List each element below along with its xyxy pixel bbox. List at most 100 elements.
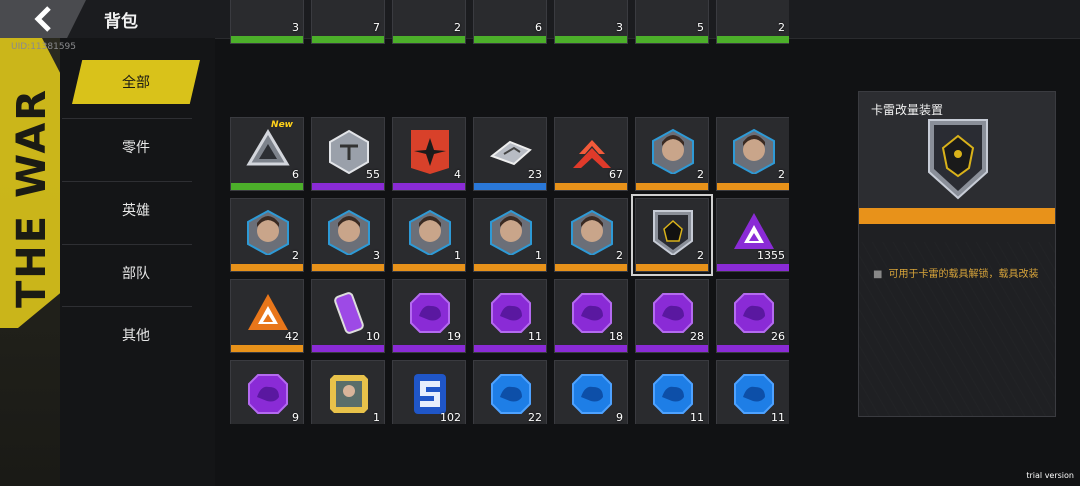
item-quantity: 26	[771, 330, 785, 343]
inventory-item[interactable]: 2	[554, 198, 628, 272]
inventory-grid: 3 7 2 6 3 5 2 New 6 55 4 23 67 2 2 2 3 1 1 2 2 1355 42 10 19 11 18…	[229, 0, 789, 424]
inventory-item[interactable]: 26	[716, 279, 789, 353]
inventory-item[interactable]: 1355	[716, 198, 789, 272]
item-quantity: 2	[697, 168, 704, 181]
rarity-bar	[717, 36, 789, 43]
inventory-item[interactable]: 22	[473, 360, 547, 424]
sidebar-item-parts[interactable]: 零件	[72, 125, 200, 169]
item-quantity: 1	[454, 249, 461, 262]
rarity-bar	[636, 264, 708, 271]
inventory-item[interactable]: 1	[311, 360, 385, 424]
rarity-bar	[393, 183, 465, 190]
uid-label: UID:11381595	[11, 42, 77, 52]
inventory-item[interactable]: 11	[716, 360, 789, 424]
inventory-item[interactable]: 1	[473, 198, 547, 272]
item-description: ■ 可用于卡雷的载具解锁，载具改装	[873, 269, 1039, 280]
hero-portrait-icon	[247, 209, 289, 255]
item-quantity: 18	[609, 330, 623, 343]
page-title: 背包	[104, 12, 138, 32]
inventory-item[interactable]: 3	[554, 0, 628, 44]
inventory-item[interactable]: 42	[230, 279, 304, 353]
item-quantity: 2	[778, 168, 785, 181]
item-quantity: 9	[616, 411, 623, 424]
inventory-item[interactable]: New 6	[230, 117, 304, 191]
inventory-item[interactable]: 18	[554, 279, 628, 353]
rarity-bar	[859, 208, 1055, 224]
item-quantity: 2	[454, 21, 461, 34]
inventory-item[interactable]: 2	[631, 194, 713, 276]
inventory-item[interactable]: 2	[230, 198, 304, 272]
item-quantity: 7	[373, 21, 380, 34]
item-quantity: 3	[292, 21, 299, 34]
inventory-item[interactable]: 11	[635, 360, 709, 424]
hero-portrait-icon	[733, 128, 775, 174]
rarity-bar	[555, 264, 627, 271]
inventory-item[interactable]: 6	[473, 0, 547, 44]
rarity-bar	[636, 183, 708, 190]
rarity-bar	[717, 183, 789, 190]
rarity-bar	[312, 345, 384, 352]
new-badge: New	[271, 120, 293, 130]
back-arrow-icon	[34, 6, 51, 32]
divider	[62, 244, 192, 245]
inventory-item[interactable]: 67	[554, 117, 628, 191]
blue-unit-chip-icon	[572, 374, 612, 414]
divider	[62, 181, 192, 182]
inventory-item[interactable]: 2	[635, 117, 709, 191]
item-quantity: 1	[535, 249, 542, 262]
purple-unit-chip-icon	[248, 374, 288, 414]
inventory-item[interactable]: 102	[392, 360, 466, 424]
watermark: trial version	[1026, 471, 1074, 480]
rarity-bar	[474, 264, 546, 271]
inventory-item[interactable]: 3	[230, 0, 304, 44]
divider	[62, 118, 192, 119]
rarity-bar	[636, 36, 708, 43]
inventory-item[interactable]: 2	[716, 117, 789, 191]
item-quantity: 11	[690, 411, 704, 424]
item-quantity: 2	[778, 21, 785, 34]
item-quantity: 102	[440, 411, 461, 424]
ticket-icon	[330, 375, 368, 413]
item-quantity: 2	[292, 249, 299, 262]
rarity-bar	[312, 264, 384, 271]
inventory-item[interactable]: 9	[230, 360, 304, 424]
item-quantity: 19	[447, 330, 461, 343]
item-quantity: 1355	[757, 249, 785, 262]
inventory-item[interactable]: 11	[473, 279, 547, 353]
divider	[62, 306, 192, 307]
inventory-item[interactable]: 2	[716, 0, 789, 44]
item-quantity: 1	[373, 411, 380, 424]
inventory-item[interactable]: 19	[392, 279, 466, 353]
item-quantity: 4	[454, 168, 461, 181]
back-button[interactable]	[0, 0, 86, 38]
inventory-item[interactable]: 4	[392, 117, 466, 191]
inventory-item[interactable]: 5	[635, 0, 709, 44]
inventory-item[interactable]: 10	[311, 279, 385, 353]
hero-portrait-icon	[571, 209, 613, 255]
inventory-item[interactable]: 3	[311, 198, 385, 272]
sidebar-item-troops[interactable]: 部队	[72, 251, 200, 295]
inventory-item[interactable]: 55	[311, 117, 385, 191]
inventory-item[interactable]: 9	[554, 360, 628, 424]
rarity-bar	[555, 183, 627, 190]
item-quantity: 2	[697, 249, 704, 262]
inventory-item[interactable]: 28	[635, 279, 709, 353]
item-quantity: 23	[528, 168, 542, 181]
item-quantity: 2	[616, 249, 623, 262]
rarity-bar	[717, 345, 789, 352]
item-quantity: 55	[366, 168, 380, 181]
hero-portrait-icon	[328, 209, 370, 255]
sidebar-item-other[interactable]: 其他	[72, 313, 200, 357]
rarity-bar	[474, 345, 546, 352]
inventory-item[interactable]: 23	[473, 117, 547, 191]
rarity-bar	[636, 345, 708, 352]
sidebar-item-all[interactable]: 全部	[72, 60, 200, 104]
inventory-item[interactable]: 2	[392, 0, 466, 44]
item-quantity: 22	[528, 411, 542, 424]
item-quantity: 6	[292, 168, 299, 181]
item-quantity: 11	[528, 330, 542, 343]
inventory-item[interactable]: 7	[311, 0, 385, 44]
rarity-bar	[312, 36, 384, 43]
inventory-item[interactable]: 1	[392, 198, 466, 272]
sidebar-item-heroes[interactable]: 英雄	[72, 188, 200, 232]
